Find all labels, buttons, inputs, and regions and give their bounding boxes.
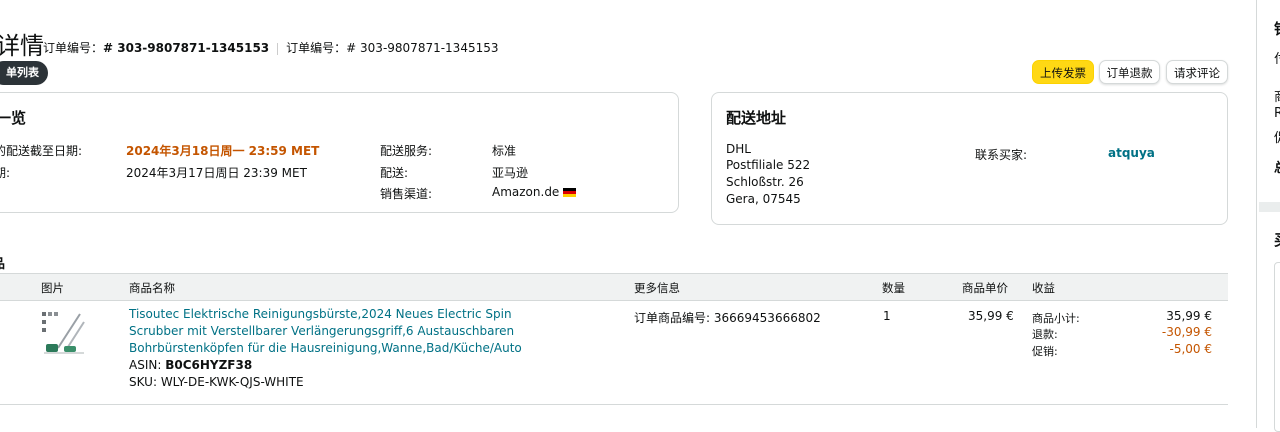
refund-label: 退款:	[1032, 328, 1058, 341]
order-number-2: # 303-9807871-1345153	[346, 41, 499, 55]
subtotal-label: 商品小计:	[1032, 312, 1080, 325]
col-quantity: 数量	[882, 281, 905, 295]
sales-channel-value: Amazon.de	[492, 185, 577, 199]
order-label-1: 订单编号：	[43, 41, 104, 55]
address-line-2: Postfiliale 522	[726, 158, 811, 172]
items-title: 品	[0, 253, 5, 272]
order-label-2: 订单编号：	[286, 41, 347, 55]
shipping-service-value: 标准	[492, 144, 517, 158]
refund-value: -30,99 €	[1161, 325, 1212, 339]
order-item-value: 36669453666802	[713, 311, 821, 325]
buyer-name-link[interactable]: atquya	[1108, 146, 1155, 160]
order-number-1: # 303-9807871-1345153	[103, 41, 270, 55]
col-more-info: 更多信息	[634, 281, 680, 295]
divider	[277, 42, 279, 55]
address-line-4: Gera, 07545	[726, 192, 801, 206]
promo-label: 促销:	[1032, 345, 1058, 358]
sales-channel-text: Amazon.de	[492, 185, 560, 199]
purchase-date-label: 期:	[0, 166, 11, 180]
page-title: 详情	[0, 32, 44, 60]
ship-by-value: 2024年3月18日周一 23:59 MET	[126, 144, 320, 158]
right-panel-heading: 销	[1274, 18, 1280, 39]
right-panel-text-5: 总	[1274, 157, 1280, 176]
right-panel-text-4: 促	[1274, 127, 1280, 146]
unit-price-value: 35,99 €	[968, 309, 1014, 323]
product-image[interactable]	[40, 308, 88, 356]
quantity-value: 1	[883, 309, 891, 323]
asin-value: B0C6HYZF38	[165, 358, 253, 372]
right-panel-text-2: 商	[1274, 86, 1280, 105]
germany-flag-icon	[563, 188, 577, 197]
subtotal-value: 35,99 €	[1166, 309, 1212, 323]
contact-buyer-label: 联系买家:	[975, 148, 1028, 162]
sku-value: WLY-DE-KWK-QJS-WHITE	[160, 375, 304, 389]
overview-title: 一览	[0, 109, 27, 127]
address-title: 配送地址	[726, 109, 787, 127]
right-panel-textbox[interactable]	[1274, 262, 1280, 432]
product-name-link[interactable]: Tisoutec Elektrische Reinigungsbürste,20…	[129, 306, 529, 357]
right-panel-separator	[1259, 202, 1280, 212]
col-product-name: 商品名称	[129, 281, 175, 295]
right-panel-text-3: R	[1274, 106, 1280, 121]
fulfillment-label: 配送:	[380, 166, 409, 180]
row-divider	[0, 404, 1228, 405]
sku-line: SKU: WLY-DE-KWK-QJS-WHITE	[129, 374, 529, 391]
right-panel-text-1: 付	[1274, 48, 1280, 67]
shipping-service-label: 配送服务:	[380, 144, 433, 158]
address-line-1: DHL	[726, 142, 751, 156]
upload-invoice-button[interactable]: 上传发票	[1032, 60, 1094, 84]
refund-order-button[interactable]: 订单退款	[1099, 60, 1160, 84]
right-panel-heading-2: 买	[1274, 229, 1280, 250]
fulfillment-value: 亚马逊	[492, 166, 529, 180]
order-item-label: 订单商品编号:	[634, 311, 714, 325]
ship-by-label: 的配送截至日期:	[0, 144, 83, 158]
address-line-3: Schloßstr. 26	[726, 175, 804, 189]
asin-label: ASIN:	[129, 358, 166, 372]
right-panel-border	[1256, 0, 1257, 428]
order-item-id: 订单商品编号: 36669453666802	[634, 309, 821, 326]
order-overview-card	[0, 92, 679, 213]
order-number-line: 订单编号：# 303-9807871-1345153 订单编号：# 303-980…	[43, 39, 499, 56]
col-revenue: 收益	[1032, 281, 1055, 295]
back-to-orders-button[interactable]: 单列表	[0, 61, 48, 85]
col-unit-price: 商品单价	[962, 281, 1008, 295]
promo-value: -5,00 €	[1169, 342, 1213, 356]
sku-label: SKU:	[129, 375, 161, 389]
asin-line: ASIN: B0C6HYZF38	[129, 357, 529, 374]
col-image: 图片	[41, 281, 64, 295]
sales-channel-label: 销售渠道:	[380, 187, 433, 201]
request-review-button[interactable]: 请求评论	[1166, 60, 1228, 84]
product-info: Tisoutec Elektrische Reinigungsbürste,20…	[129, 306, 529, 391]
purchase-date-value: 2024年3月17日周日 23:39 MET	[126, 166, 307, 180]
